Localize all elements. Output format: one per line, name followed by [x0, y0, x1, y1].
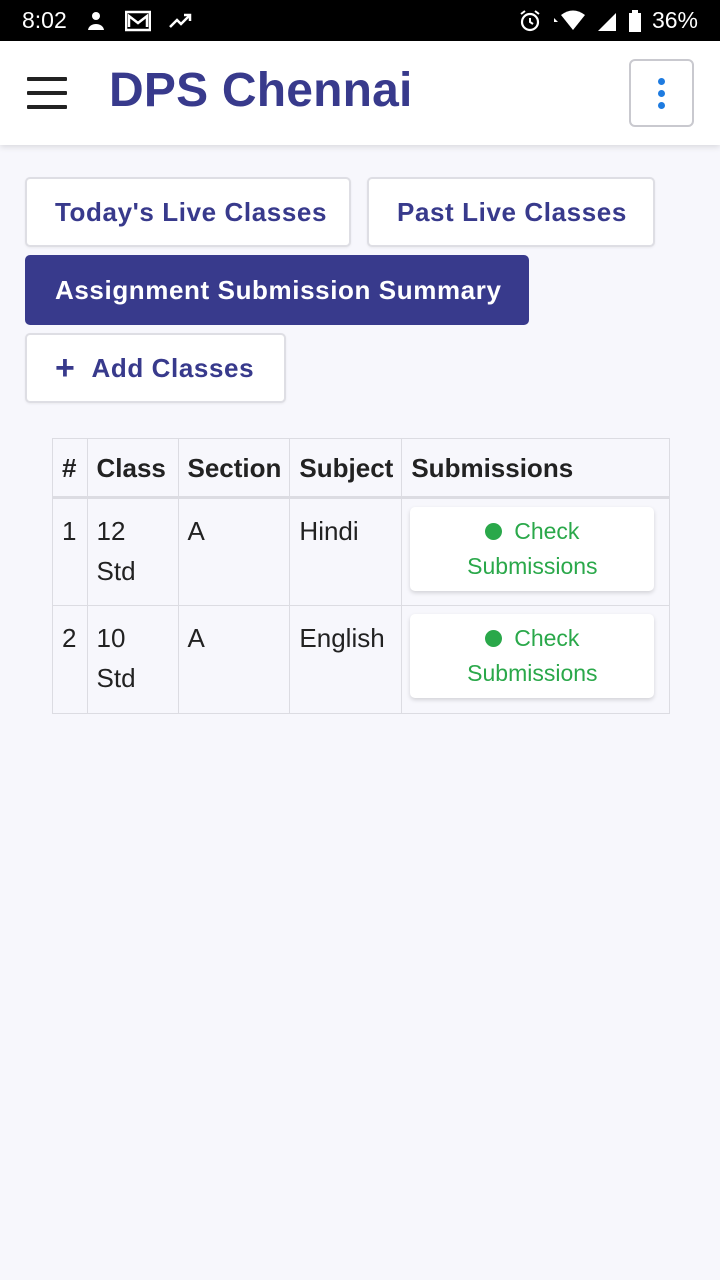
table-row: 1 12 Std A Hindi Check Submissions — [53, 497, 669, 606]
table-header-row: # Class Section Subject Submissions — [53, 439, 669, 499]
submissions-label: Submissions — [467, 552, 598, 579]
row-subject: English — [289, 605, 403, 713]
check-submissions-button[interactable]: Check Submissions — [410, 506, 655, 591]
trending-icon — [168, 12, 193, 30]
past-live-classes-button[interactable]: Past Live Classes — [367, 177, 655, 247]
row-subject: Hindi — [289, 497, 403, 606]
header-subject: Subject — [289, 439, 403, 499]
wifi-icon — [552, 10, 586, 32]
green-dot-icon — [485, 522, 503, 540]
app-title: DPS Chennai — [109, 64, 413, 117]
status-time: 8:02 — [22, 7, 67, 33]
table-row: 2 10 Std A English Check Submissions — [53, 605, 669, 713]
row-section: A — [178, 605, 291, 713]
todays-live-classes-button[interactable]: Today's Live Classes — [25, 177, 351, 247]
assignment-submission-summary-button[interactable]: Assignment Submission Summary — [25, 255, 529, 325]
battery-level: 36% — [651, 7, 698, 33]
more-vertical-icon[interactable] — [629, 59, 694, 127]
row-section: A — [178, 497, 291, 606]
app-bar: DPS Chennai — [0, 41, 720, 145]
signal-icon — [596, 10, 618, 32]
past-live-classes-label: Past Live Classes — [397, 196, 627, 227]
notification-app-icon — [85, 10, 107, 32]
row-class: 12 Std — [87, 497, 179, 606]
row-submissions: Check Submissions — [402, 605, 669, 713]
classes-table: # Class Section Subject Submissions 1 12… — [52, 438, 670, 714]
gmail-icon — [124, 10, 151, 32]
header-section: Section — [178, 439, 291, 499]
class-suffix: Std — [96, 662, 136, 693]
header-number: # — [53, 439, 88, 499]
plus-icon: + — [55, 349, 76, 387]
class-value: 10 — [96, 622, 126, 653]
header-class: Class — [87, 439, 179, 499]
check-label: Check — [514, 517, 580, 544]
row-number: 2 — [53, 605, 88, 713]
battery-icon — [628, 9, 642, 33]
check-label: Check — [514, 624, 580, 651]
status-bar: 8:02 36% — [0, 0, 720, 41]
check-submissions-button[interactable]: Check Submissions — [410, 613, 655, 698]
class-suffix: Std — [96, 555, 136, 586]
class-value: 12 — [96, 515, 126, 546]
row-submissions: Check Submissions — [401, 497, 669, 606]
submissions-label: Submissions — [467, 659, 598, 686]
alarm-icon — [518, 9, 542, 33]
hamburger-menu-icon[interactable] — [27, 77, 67, 109]
row-number: 1 — [53, 497, 88, 606]
row-class: 10 Std — [87, 605, 179, 713]
add-classes-button[interactable]: + Add Classes — [25, 333, 286, 403]
assignment-submission-summary-label: Assignment Submission Summary — [55, 274, 502, 305]
header-submissions: Submissions — [401, 439, 669, 499]
add-classes-label: Add Classes — [91, 352, 255, 383]
todays-live-classes-label: Today's Live Classes — [55, 196, 328, 227]
green-dot-icon — [485, 629, 503, 647]
